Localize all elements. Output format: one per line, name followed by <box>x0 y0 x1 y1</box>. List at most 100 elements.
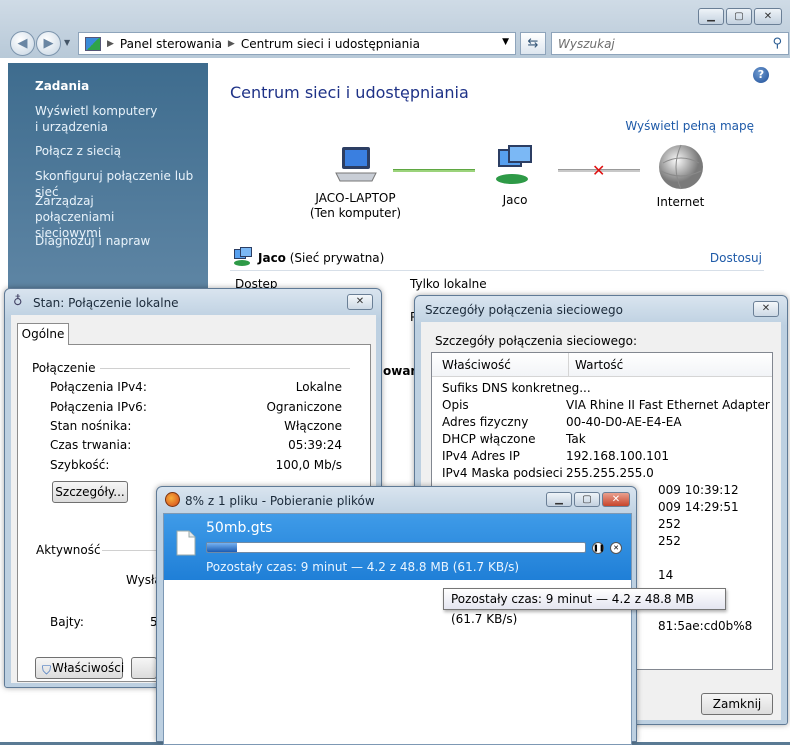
firefox-icon <box>165 492 180 507</box>
minimize-button[interactable]: ▁ <box>546 492 572 507</box>
refresh-button[interactable]: ⇆ <box>520 32 546 55</box>
details-heading: Szczegóły połączenia sieciowego: <box>435 334 638 348</box>
dialog-title: Szczegóły połączenia sieciowego <box>425 303 623 317</box>
help-icon[interactable]: ? <box>753 67 769 83</box>
network-small-icon <box>234 247 252 266</box>
tab-general[interactable]: Ogólne <box>17 323 69 345</box>
address-bar[interactable]: ▶ Panel sterowania ▶ Centrum sieci i udo… <box>78 32 516 55</box>
row-value: 100,0 Mb/s <box>275 458 342 472</box>
search-input[interactable]: Wyszukaj ⚲ <box>551 32 789 55</box>
download-progress-fill <box>207 543 238 552</box>
close-button[interactable]: ✕ <box>754 8 782 25</box>
disconnected-x-icon[interactable]: ✕ <box>592 161 605 180</box>
properties-button[interactable]: ⛉ Właściwości <box>35 657 125 679</box>
laptop-icon <box>334 147 377 182</box>
dialog-title: Stan: Połączenie lokalne <box>33 296 179 310</box>
column-header-property[interactable]: Właściwość <box>442 358 511 372</box>
maximize-button[interactable]: ▢ <box>574 492 600 507</box>
map-internet-label: Internet <box>656 195 705 209</box>
view-full-map-link[interactable]: Wyświetl pełną mapę <box>625 119 754 133</box>
maximize-button[interactable]: ▢ <box>726 8 752 25</box>
arrow-right-icon: ▶ <box>43 36 54 51</box>
group-activity-label: Aktywność <box>36 543 101 557</box>
navigation-bar: ◀ ▶ ▼ ▶ Panel sterowania ▶ Centrum sieci… <box>8 30 789 58</box>
breadcrumb-network-center[interactable]: Centrum sieci i udostępniania <box>241 37 420 51</box>
row-value: Lokalne <box>295 380 342 394</box>
access-value: Tylko lokalne <box>410 277 487 291</box>
group-divider <box>100 368 350 369</box>
window-caption-buttons: ▁ ▢ ✕ <box>546 492 630 507</box>
map-computer-sublabel: (Ten komputer) <box>309 206 402 220</box>
customize-link[interactable]: Dostosuj <box>710 251 762 265</box>
row-label: Czas trwania: <box>50 438 132 452</box>
row-label: Połączenia IPv4: <box>50 380 147 394</box>
group-connection-label: Połączenie <box>32 361 96 375</box>
window-caption-buttons: ▁ ▢ ✕ <box>698 8 782 25</box>
sidebar-item-view-computers[interactable]: Wyświetl komputery i urządzenia <box>35 103 160 135</box>
diagnose-button-partial[interactable] <box>131 657 157 679</box>
map-link-computer-network <box>393 169 475 172</box>
row-label: Połączenia IPv6: <box>50 400 147 414</box>
network-name: Jaco (Sieć prywatna) <box>258 251 385 265</box>
network-icon <box>496 145 532 184</box>
globe-icon <box>658 144 703 190</box>
list-item[interactable]: DHCP włączone Tak <box>442 432 586 446</box>
refresh-icon: ⇆ <box>527 36 539 51</box>
properties-button-label: Właściwości <box>52 661 125 675</box>
map-node-internet[interactable]: Internet <box>648 143 713 210</box>
row-value: Ograniczone <box>266 400 342 414</box>
group-divider <box>102 550 162 551</box>
download-status-tooltip: Pozostały czas: 9 minut — 4.2 z 48.8 MB … <box>443 588 726 626</box>
file-icon <box>176 530 196 556</box>
shield-icon: ⛉ <box>42 663 52 677</box>
search-icon[interactable]: ⚲ <box>772 36 788 51</box>
list-item[interactable]: Opis VIA Rhine II Fast Ethernet Adapter <box>442 398 770 412</box>
list-item[interactable]: IPv4 Adres IP 192.168.100.101 <box>442 449 669 463</box>
download-status: Pozostały czas: 9 minut — 4.2 z 48.8 MB … <box>206 560 520 574</box>
details-button[interactable]: Szczegóły... <box>52 481 128 503</box>
task-sidebar: Zadania Wyświetl komputery i urządzenia … <box>8 63 208 298</box>
list-header: Właściwość Wartość <box>432 353 772 377</box>
map-node-network[interactable]: Jaco <box>490 145 540 208</box>
control-panel-icon <box>85 36 101 51</box>
recent-pages-chevron-icon[interactable]: ▼ <box>64 38 70 47</box>
breadcrumb-control-panel[interactable]: Panel sterowania <box>120 37 222 51</box>
download-manager-window: 8% z 1 pliku - Pobieranie plików ▁ ▢ ✕ 5… <box>156 486 637 745</box>
map-node-computer[interactable]: JACO-LAPTOP (Ten komputer) <box>308 145 403 221</box>
network-section-header: Jaco (Sieć prywatna) Dostosuj <box>230 247 764 271</box>
back-button[interactable]: ◀ <box>10 31 35 56</box>
minimize-button[interactable]: ▁ <box>698 8 724 25</box>
pause-icon[interactable]: ❚❚ <box>592 542 605 554</box>
column-header-value[interactable]: Wartość <box>568 353 623 377</box>
breadcrumb-separator-icon: ▶ <box>227 38 235 49</box>
network-adapter-icon: ♁ <box>13 294 23 309</box>
breadcrumb-separator-icon: ▶ <box>107 38 114 49</box>
download-file-name: 50mb.gts <box>206 520 273 536</box>
row-value: 05:39:24 <box>288 438 342 452</box>
download-progress-bar <box>206 542 586 553</box>
map-network-label: Jaco <box>502 193 528 207</box>
list-item[interactable]: Sufiks DNS konkretneg... <box>442 381 591 395</box>
window-title: 8% z 1 pliku - Pobieranie plików <box>185 494 375 508</box>
bytes-label: Bajty: <box>50 615 84 629</box>
search-placeholder: Wyszukaj <box>558 36 615 51</box>
list-item[interactable]: IPv4 Maska podsieci 255.255.255.0 <box>442 466 654 480</box>
row-value: Włączone <box>284 419 342 433</box>
list-item[interactable]: Adres fizyczny 00-40-D0-AE-E4-EA <box>442 415 682 429</box>
close-button[interactable]: ✕ <box>753 301 779 317</box>
page-title: Centrum sieci i udostępniania <box>230 83 469 102</box>
main-content: Centrum sieci i udostępniania ? Wyświetl… <box>208 63 775 298</box>
forward-button[interactable]: ▶ <box>36 31 61 56</box>
cancel-icon[interactable]: ✕ <box>610 542 622 554</box>
sidebar-item-connect-network[interactable]: Połącz z siecią <box>35 143 205 159</box>
map-computer-label: JACO-LAPTOP <box>315 191 396 205</box>
sidebar-title: Zadania <box>35 79 90 93</box>
download-item[interactable]: 50mb.gts ❚❚ ✕ Pozostały czas: 9 minut — … <box>164 514 631 580</box>
address-dropdown-chevron-icon[interactable]: ▼ <box>502 37 509 47</box>
close-button[interactable]: ✕ <box>602 492 630 507</box>
sidebar-item-diagnose-repair[interactable]: Diagnozuj i napraw <box>35 233 205 249</box>
download-list: 50mb.gts ❚❚ ✕ Pozostały czas: 9 minut — … <box>163 513 632 745</box>
row-label: Stan nośnika: <box>50 419 132 433</box>
close-dialog-button[interactable]: Zamknij <box>701 693 773 715</box>
close-button[interactable]: ✕ <box>347 294 373 310</box>
